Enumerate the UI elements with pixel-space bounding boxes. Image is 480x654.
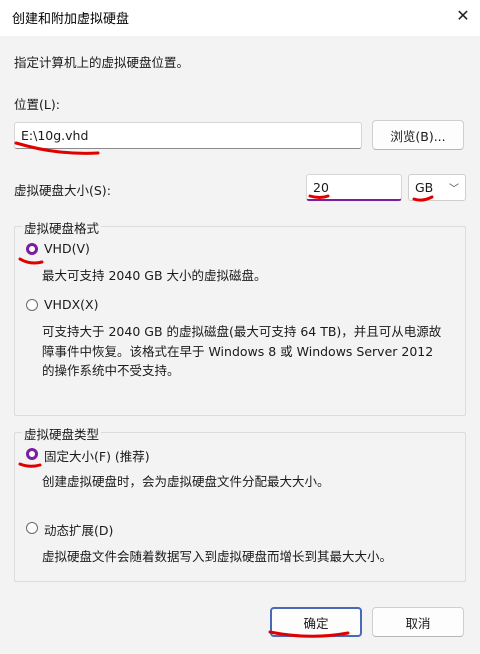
- annotation-underline-location: [14, 141, 100, 155]
- annotation-underline-size: [308, 194, 330, 199]
- annotation-underline-fixed: [18, 462, 42, 468]
- annotation-overlay: [14, 141, 434, 638]
- annotation-underline-ok: [268, 630, 350, 638]
- annotation-underline-unit: [412, 195, 434, 202]
- annotation-underline-vhd: [18, 257, 44, 265]
